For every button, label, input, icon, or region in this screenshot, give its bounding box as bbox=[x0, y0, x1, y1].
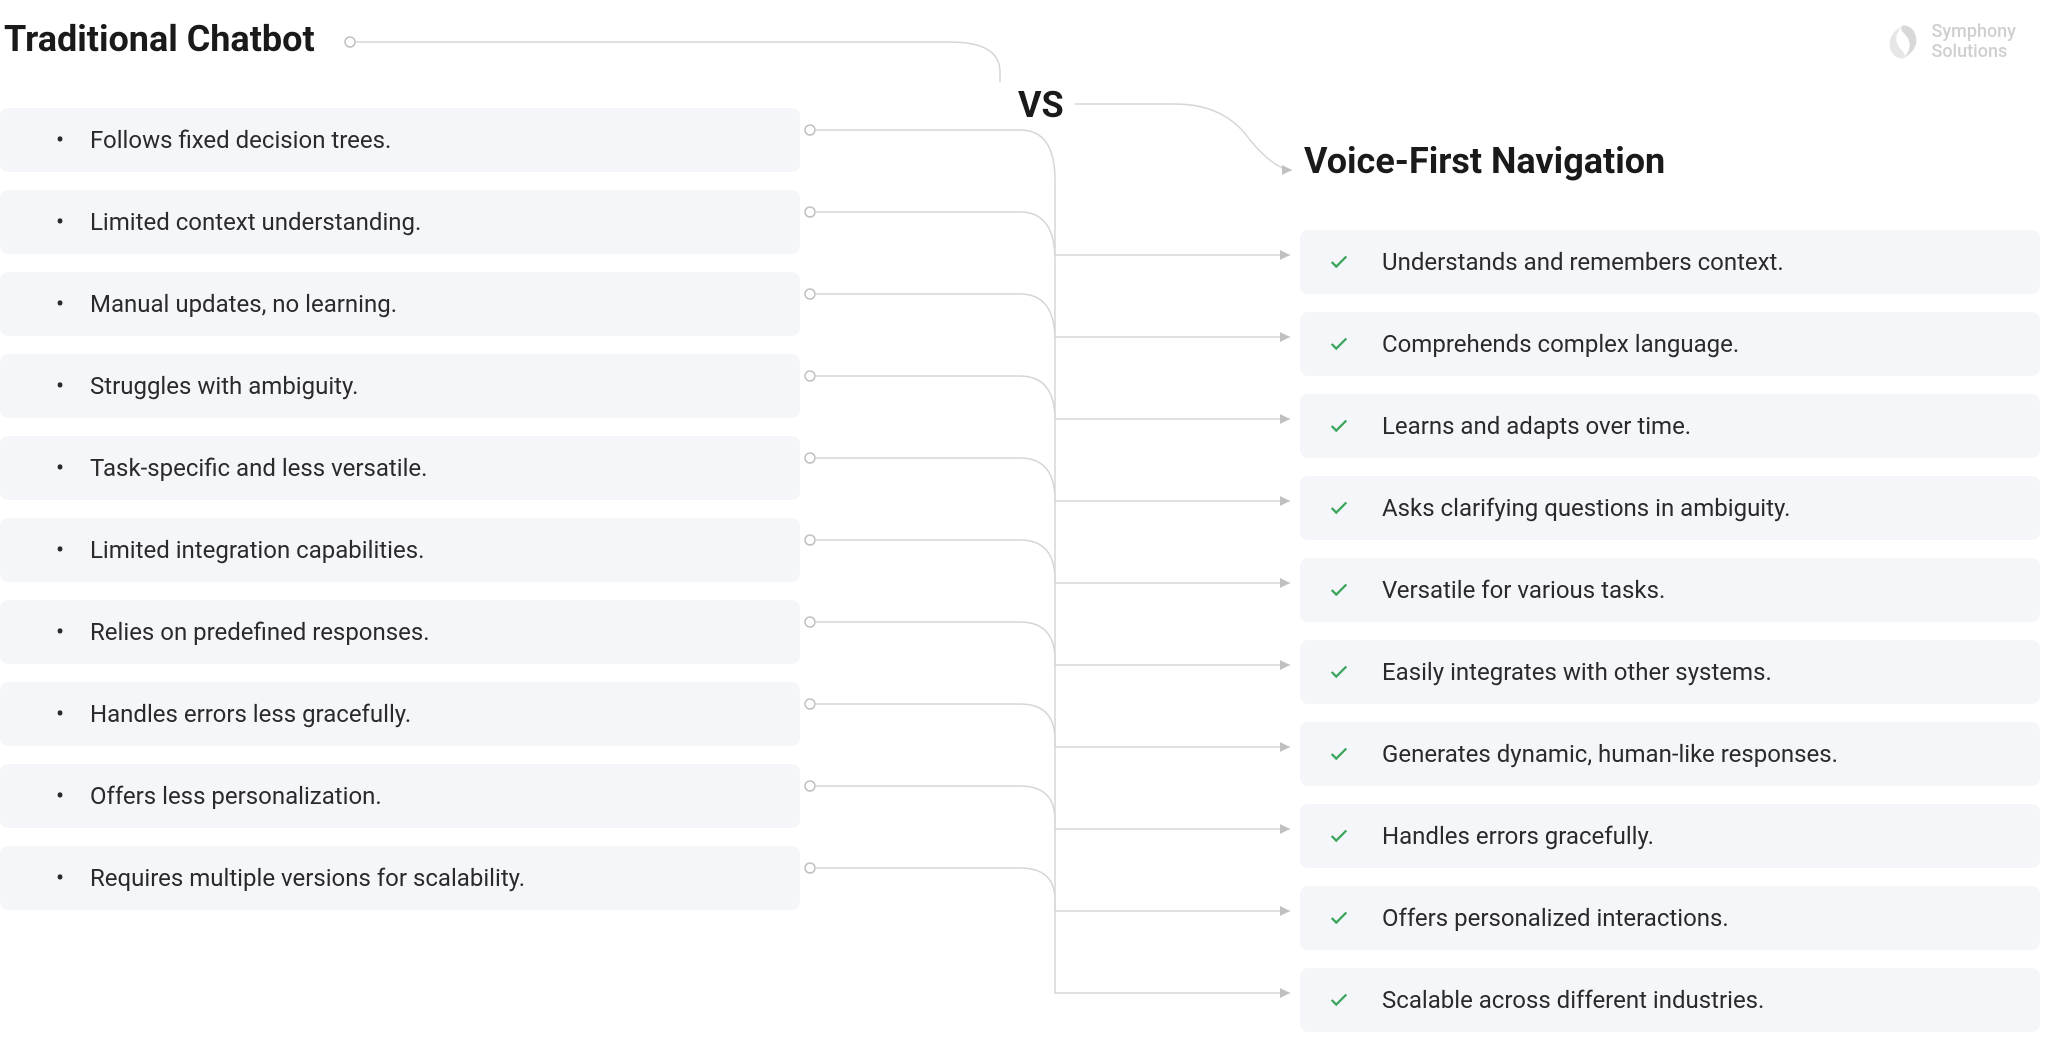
list-item: Scalable across different industries. bbox=[1300, 968, 2040, 1032]
list-item: Relies on predefined responses. bbox=[0, 600, 800, 664]
item-text: Handles errors less gracefully. bbox=[90, 700, 411, 728]
list-item: Task-specific and less versatile. bbox=[0, 436, 800, 500]
item-text: Easily integrates with other systems. bbox=[1382, 658, 1772, 686]
item-text: Comprehends complex language. bbox=[1382, 330, 1739, 358]
item-text: Manual updates, no learning. bbox=[90, 290, 397, 318]
logo-text-2: Solutions bbox=[1931, 42, 2016, 62]
item-text: Relies on predefined responses. bbox=[90, 618, 430, 646]
item-text: Task-specific and less versatile. bbox=[90, 454, 427, 482]
left-title: Traditional Chatbot bbox=[0, 18, 800, 60]
list-item: Easily integrates with other systems. bbox=[1300, 640, 2040, 704]
logo-text-1: Symphony bbox=[1931, 22, 2016, 42]
item-text: Learns and adapts over time. bbox=[1382, 412, 1691, 440]
list-item: Generates dynamic, human-like responses. bbox=[1300, 722, 2040, 786]
check-icon bbox=[1328, 743, 1350, 765]
check-icon bbox=[1328, 825, 1350, 847]
item-text: Limited context understanding. bbox=[90, 208, 421, 236]
list-item: Handles errors less gracefully. bbox=[0, 682, 800, 746]
check-icon bbox=[1328, 251, 1350, 273]
item-text: Handles errors gracefully. bbox=[1382, 822, 1654, 850]
list-item: Manual updates, no learning. bbox=[0, 272, 800, 336]
list-item: Follows fixed decision trees. bbox=[0, 108, 800, 172]
list-item: Offers less personalization. bbox=[0, 764, 800, 828]
item-text: Versatile for various tasks. bbox=[1382, 576, 1665, 604]
item-text: Limited integration capabilities. bbox=[90, 536, 424, 564]
check-icon bbox=[1328, 415, 1350, 437]
check-icon bbox=[1328, 333, 1350, 355]
vs-label: VS bbox=[1018, 84, 1064, 126]
item-text: Follows fixed decision trees. bbox=[90, 126, 391, 154]
list-item: Limited context understanding. bbox=[0, 190, 800, 254]
item-text: Requires multiple versions for scalabili… bbox=[90, 864, 525, 892]
logo-icon bbox=[1883, 22, 1923, 62]
left-column: Traditional Chatbot Follows fixed decisi… bbox=[0, 0, 800, 928]
list-item: Comprehends complex language. bbox=[1300, 312, 2040, 376]
list-item: Requires multiple versions for scalabili… bbox=[0, 846, 800, 910]
item-text: Asks clarifying questions in ambiguity. bbox=[1382, 494, 1790, 522]
list-item: Versatile for various tasks. bbox=[1300, 558, 2040, 622]
check-icon bbox=[1328, 497, 1350, 519]
check-icon bbox=[1328, 907, 1350, 929]
right-title: Voice-First Navigation bbox=[1300, 140, 2040, 182]
item-text: Understands and remembers context. bbox=[1382, 248, 1784, 276]
list-item: Asks clarifying questions in ambiguity. bbox=[1300, 476, 2040, 540]
list-item: Offers personalized interactions. bbox=[1300, 886, 2040, 950]
brand-logo: Symphony Solutions bbox=[1883, 22, 2016, 62]
check-icon bbox=[1328, 661, 1350, 683]
list-item: Understands and remembers context. bbox=[1300, 230, 2040, 294]
item-text: Generates dynamic, human-like responses. bbox=[1382, 740, 1838, 768]
list-item: Handles errors gracefully. bbox=[1300, 804, 2040, 868]
list-item: Limited integration capabilities. bbox=[0, 518, 800, 582]
check-icon bbox=[1328, 579, 1350, 601]
item-text: Struggles with ambiguity. bbox=[90, 372, 358, 400]
item-text: Offers less personalization. bbox=[90, 782, 382, 810]
list-item: Struggles with ambiguity. bbox=[0, 354, 800, 418]
item-text: Scalable across different industries. bbox=[1382, 986, 1764, 1014]
list-item: Learns and adapts over time. bbox=[1300, 394, 2040, 458]
item-text: Offers personalized interactions. bbox=[1382, 904, 1729, 932]
check-icon bbox=[1328, 989, 1350, 1011]
right-column: Voice-First Navigation Understands and r… bbox=[1300, 140, 2040, 1050]
